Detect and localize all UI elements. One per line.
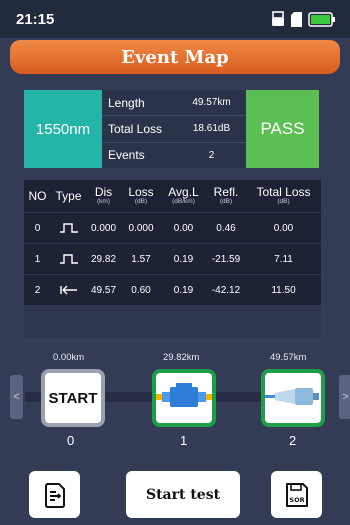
- clock: 21:15: [16, 10, 55, 28]
- page-title: Event Map: [121, 46, 229, 68]
- stat-label: Events: [108, 148, 145, 163]
- cell-avg-loss: 0.00: [173, 222, 194, 234]
- stat-row-total-loss: Total Loss 18.61dB: [102, 116, 246, 143]
- reflective-event-icon: [59, 254, 78, 264]
- scroll-left-button[interactable]: <: [10, 375, 23, 419]
- table-row[interactable]: 1 29.82 1.57 0.19 -21.59 7.11: [24, 244, 321, 274]
- event-card-start[interactable]: START: [41, 369, 105, 427]
- report-icon: [44, 482, 65, 508]
- cell-reflectance: 0.46: [216, 222, 236, 234]
- stat-row-length: Length 49.57km: [102, 90, 246, 117]
- event-distance-label: 29.82km: [163, 352, 200, 363]
- scroll-right-button[interactable]: >: [339, 375, 350, 419]
- status-icons: [271, 11, 336, 27]
- cell-distance: 49.57: [90, 284, 117, 296]
- wavelength-badge: 1550nm: [24, 90, 102, 168]
- stat-label: Length: [108, 95, 145, 110]
- cell-distance: 29.82: [90, 253, 117, 265]
- event-index: 1: [180, 433, 188, 448]
- column-header-total-loss: Total Loss (dB): [256, 185, 311, 206]
- event-card-connector[interactable]: [152, 369, 216, 427]
- sor-save-icon: SOR: [285, 482, 308, 507]
- column-header-reflectance: Refl. (dB): [213, 185, 239, 206]
- status-bar: 21:15: [0, 0, 350, 38]
- stat-row-events: Events 2: [102, 143, 246, 168]
- cell-total-loss: 11.50: [271, 284, 296, 296]
- table-row[interactable]: 2 49.57 0.60 0.19 -42.12 11.50: [24, 275, 321, 305]
- event-card-fiber-end[interactable]: [261, 369, 325, 427]
- column-header-distance: Dis (km): [94, 185, 113, 206]
- table-header: NO Type Dis (km) Loss (dB) Avg.L (dB/km) Re…: [24, 180, 321, 212]
- start-label: START: [48, 390, 98, 407]
- cell-total-loss: 7.11: [274, 253, 293, 265]
- stat-value: 18.61dB: [192, 123, 231, 135]
- event-table: NO Type Dis (km) Loss (dB) Avg.L (dB/km) Re…: [24, 180, 321, 337]
- fiber-end-icon: [59, 285, 77, 295]
- cell-no: 2: [34, 284, 41, 296]
- start-test-button[interactable]: Start test: [126, 471, 240, 518]
- sor-label: SOR: [289, 496, 304, 504]
- cell-loss: 0.60: [131, 284, 151, 296]
- pass-badge: PASS: [246, 90, 319, 168]
- stat-value: 2: [208, 149, 215, 161]
- event-distance-label: 49.57km: [270, 352, 307, 363]
- connector-icon: [156, 383, 212, 407]
- cell-total-loss: 0.00: [273, 222, 294, 234]
- cell-no: 0: [34, 222, 41, 234]
- battery-icon: [308, 11, 335, 27]
- cell-loss: 1.57: [131, 253, 151, 265]
- cell-avg-loss: 0.19: [173, 284, 194, 296]
- cell-loss: 0.000: [128, 222, 154, 234]
- column-header-no: NO: [28, 189, 47, 203]
- event-index: 0: [67, 433, 75, 448]
- usb-icon: [272, 11, 284, 26]
- cell-reflectance: -21.59: [211, 253, 241, 265]
- column-header-type: Type: [55, 189, 82, 203]
- save-sor-button[interactable]: SOR: [271, 471, 322, 518]
- summary-stats: Length 49.57km Total Loss 18.61dB Events…: [102, 90, 246, 168]
- stat-value: 49.57km: [192, 97, 231, 109]
- report-button[interactable]: [29, 471, 80, 518]
- page-title-bar: Event Map: [10, 40, 340, 74]
- cell-reflectance: -42.12: [211, 284, 241, 296]
- summary-panel: 1550nm Length 49.57km Total Loss 18.61dB…: [24, 90, 319, 168]
- sd-card-icon: [291, 11, 302, 27]
- event-index: 2: [289, 433, 297, 448]
- reflective-event-icon: [59, 223, 78, 233]
- fiber-end-connector-icon: [265, 388, 319, 405]
- column-header-avg-loss: Avg.L (dB/km): [168, 185, 199, 206]
- cell-avg-loss: 0.19: [173, 253, 194, 265]
- event-distance-label: 0.00km: [53, 352, 85, 363]
- column-header-loss: Loss (dB): [128, 185, 154, 206]
- table-row[interactable]: 0 0.000 0.000 0.00 0.46 0.00: [24, 213, 321, 243]
- cell-distance: 0.000: [90, 222, 117, 234]
- cell-no: 1: [34, 253, 41, 265]
- stat-label: Total Loss: [108, 121, 163, 136]
